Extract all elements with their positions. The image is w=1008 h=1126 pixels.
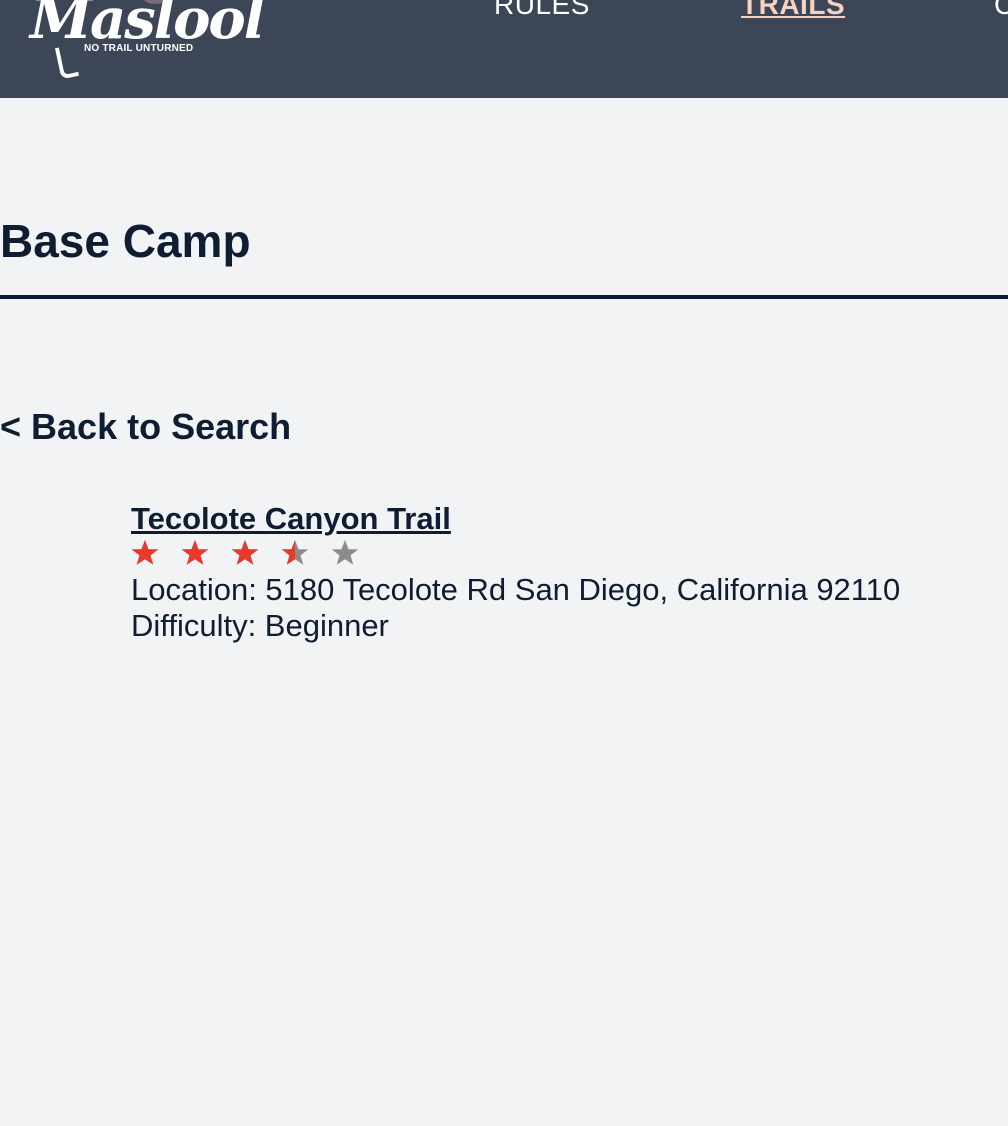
star-icon bbox=[331, 540, 359, 565]
nav-link-rules[interactable]: RULES bbox=[494, 0, 590, 21]
trail-rating bbox=[131, 538, 991, 572]
page-title: Base Camp bbox=[0, 215, 251, 267]
back-to-search-link[interactable]: < Back to Search bbox=[0, 406, 291, 448]
trail-location: Location: 5180 Tecolote Rd San Diego, Ca… bbox=[131, 572, 901, 607]
title-divider bbox=[0, 295, 1008, 299]
trail-result: Tecolote Canyon Trail Location: 5180 Tec… bbox=[131, 500, 991, 644]
site-logo[interactable]: Maslool NO TRAIL UNTURNED bbox=[28, 0, 265, 80]
star-icon bbox=[181, 540, 209, 565]
nav-link-next[interactable]: C bbox=[994, 0, 1008, 21]
star-icon bbox=[281, 540, 309, 565]
star-icon bbox=[131, 540, 159, 565]
logo-tagline: NO TRAIL UNTURNED bbox=[84, 43, 194, 54]
trail-name-link[interactable]: Tecolote Canyon Trail bbox=[131, 500, 991, 538]
trail-difficulty: Difficulty: Beginner bbox=[131, 608, 389, 643]
star-icon bbox=[231, 540, 259, 565]
nav-link-trails[interactable]: TRAILS bbox=[741, 0, 845, 21]
site-header: Maslool NO TRAIL UNTURNED RULES TRAILS C bbox=[0, 0, 1008, 98]
